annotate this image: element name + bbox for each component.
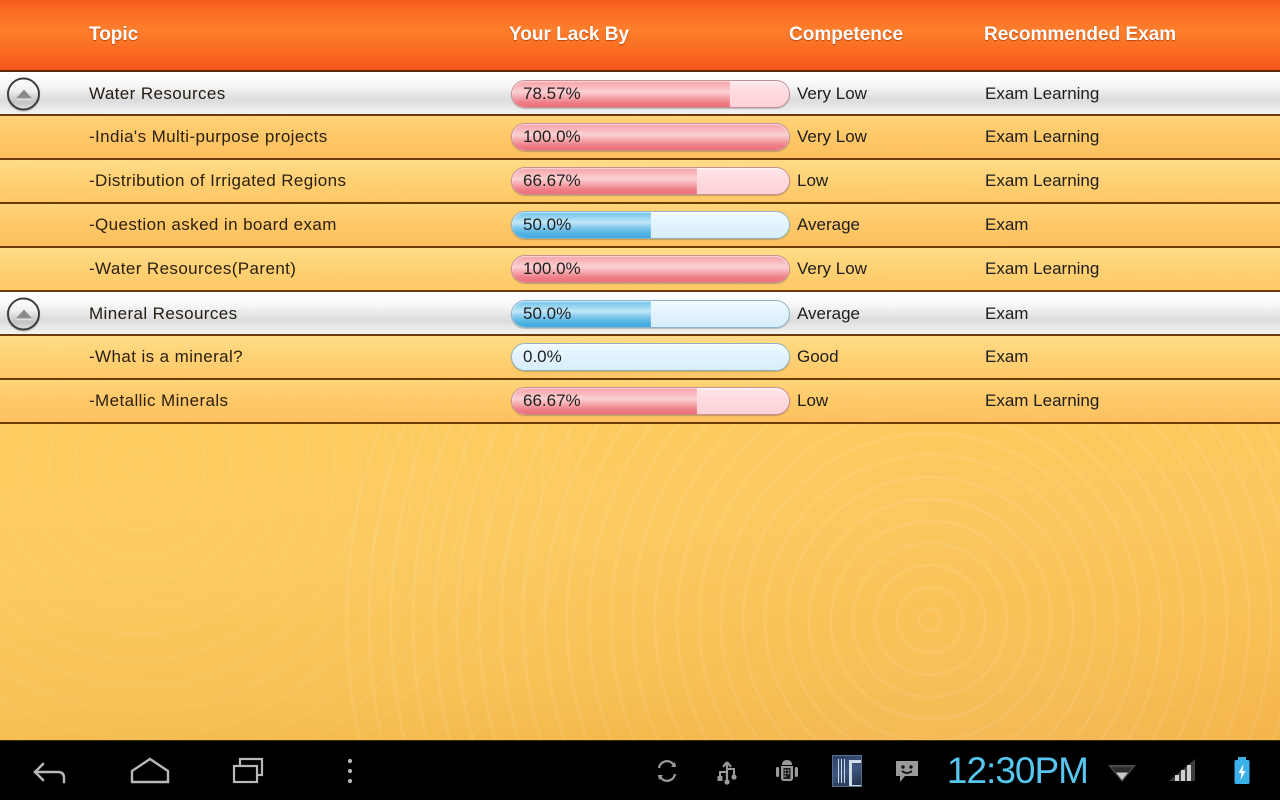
overflow-menu-icon[interactable] bbox=[300, 741, 400, 800]
app-root: Topic Your Lack By Competence Recommende… bbox=[0, 0, 1280, 800]
row-topic-label: -What is a mineral? bbox=[89, 347, 244, 366]
table-row-parent[interactable]: Water Resources 78.57% Very Low Exam Learni… bbox=[0, 72, 1280, 116]
competence-label: Average bbox=[797, 215, 861, 234]
table-row-child[interactable]: -Water Resources(Parent) 100.0% Very Low Ex… bbox=[0, 248, 1280, 292]
triangle-up-glyph bbox=[15, 89, 32, 98]
recommended-exam-label: Exam Learning bbox=[985, 171, 1100, 190]
table-row-parent[interactable]: Mineral Resources 50.0% Average Exam bbox=[0, 292, 1280, 336]
lack-progress-bar: 100.0% bbox=[511, 123, 790, 151]
usb-icon bbox=[697, 741, 757, 800]
collapse-triangle-up-icon[interactable] bbox=[7, 297, 40, 330]
recommended-exam-label: Exam Learning bbox=[985, 259, 1100, 278]
table-row-child[interactable]: -Metallic Minerals 66.67% Low Exam Learning bbox=[0, 380, 1280, 424]
progress-track: 50.0% bbox=[511, 299, 790, 328]
competence-label: Very Low bbox=[797, 259, 867, 278]
competence-label: Low bbox=[797, 171, 829, 190]
progress-track: 100.0% bbox=[511, 255, 790, 283]
table-header: Topic Your Lack By Competence Recommende… bbox=[0, 0, 1280, 72]
home-icon[interactable] bbox=[100, 741, 200, 800]
progress-track: 0.0% bbox=[511, 343, 790, 371]
clock: 12:30PM bbox=[946, 749, 1089, 791]
competence-label: Very Low bbox=[797, 127, 867, 146]
progress-value-label: 0.0% bbox=[523, 347, 562, 366]
column-header-topic: Topic bbox=[89, 24, 139, 45]
lack-progress-bar: 50.0% bbox=[511, 211, 790, 239]
table-row-child[interactable]: -Question asked in board exam 50.0% Averag… bbox=[0, 204, 1280, 248]
progress-track: 66.67% bbox=[511, 167, 790, 195]
column-header-your-lack-by: Your Lack By bbox=[509, 24, 630, 45]
column-header-competence: Competence bbox=[789, 24, 904, 45]
android-debug-icon bbox=[757, 741, 817, 800]
recommended-exam-label: Exam Learning bbox=[985, 83, 1100, 103]
progress-value-label: 100.0% bbox=[523, 259, 581, 278]
progress-track: 66.67% bbox=[511, 387, 790, 415]
recents-icon[interactable] bbox=[200, 741, 300, 800]
message-smiley-icon bbox=[877, 741, 937, 800]
cellular-signal-icon bbox=[1152, 741, 1212, 800]
recommended-exam-label: Exam Learning bbox=[985, 391, 1100, 410]
recommended-exam-label: Exam bbox=[985, 215, 1029, 234]
table-row-child[interactable]: -Distribution of Irrigated Regions 66.67%… bbox=[0, 160, 1280, 204]
row-topic-label: -Water Resources(Parent) bbox=[89, 259, 297, 278]
recommended-exam-label: Exam Learning bbox=[985, 127, 1100, 146]
lack-progress-bar: 66.67% bbox=[511, 167, 790, 195]
row-topic-label: -Question asked in board exam bbox=[89, 215, 337, 234]
progress-value-label: 78.57% bbox=[523, 83, 581, 103]
progress-value-label: 100.0% bbox=[523, 127, 581, 146]
topic-table-body: Water Resources 78.57% Very Low Exam Learni… bbox=[0, 72, 1280, 424]
competence-label: Low bbox=[797, 391, 829, 410]
sync-icon bbox=[637, 741, 697, 800]
status-icon-tray: 12:30PM bbox=[637, 741, 1280, 800]
row-topic-label: -Distribution of Irrigated Regions bbox=[89, 171, 347, 190]
book-app-icon bbox=[817, 741, 877, 800]
column-header-recommended-exam: Recommended Exam bbox=[984, 24, 1177, 45]
table-row-child[interactable]: -India's Multi-purpose projects 100.0% Ver… bbox=[0, 116, 1280, 160]
lack-progress-bar: 50.0% bbox=[511, 299, 790, 328]
progress-value-label: 50.0% bbox=[523, 303, 572, 323]
progress-value-label: 50.0% bbox=[523, 215, 572, 234]
lack-progress-bar: 100.0% bbox=[511, 255, 790, 283]
progress-track: 78.57% bbox=[511, 79, 790, 108]
content-area: Topic Your Lack By Competence Recommende… bbox=[0, 0, 1280, 740]
collapse-triangle-up-icon[interactable] bbox=[7, 77, 40, 110]
wifi-icon bbox=[1092, 741, 1152, 800]
lack-progress-bar: 78.57% bbox=[511, 79, 790, 108]
competence-label: Good bbox=[797, 347, 839, 366]
back-icon[interactable] bbox=[0, 741, 100, 800]
row-topic-label: -India's Multi-purpose projects bbox=[89, 127, 328, 146]
triangle-up-glyph bbox=[15, 309, 32, 318]
row-topic-label: -Metallic Minerals bbox=[89, 391, 229, 410]
battery-charging-icon bbox=[1212, 741, 1272, 800]
progress-track: 100.0% bbox=[511, 123, 790, 151]
android-system-bar: 12:30PM bbox=[0, 740, 1280, 800]
lack-progress-bar: 66.67% bbox=[511, 387, 790, 415]
table-row-child[interactable]: -What is a mineral? 0.0% Good Exam bbox=[0, 336, 1280, 380]
row-topic-label: Water Resources bbox=[89, 83, 226, 103]
recommended-exam-label: Exam bbox=[985, 303, 1029, 323]
lack-progress-bar: 0.0% bbox=[511, 343, 790, 371]
progress-value-label: 66.67% bbox=[523, 171, 581, 190]
recommended-exam-label: Exam bbox=[985, 347, 1029, 366]
competence-label: Average bbox=[797, 303, 861, 323]
progress-value-label: 66.67% bbox=[523, 391, 581, 410]
row-topic-label: Mineral Resources bbox=[89, 303, 238, 323]
competence-label: Very Low bbox=[797, 83, 867, 103]
progress-track: 50.0% bbox=[511, 211, 790, 239]
